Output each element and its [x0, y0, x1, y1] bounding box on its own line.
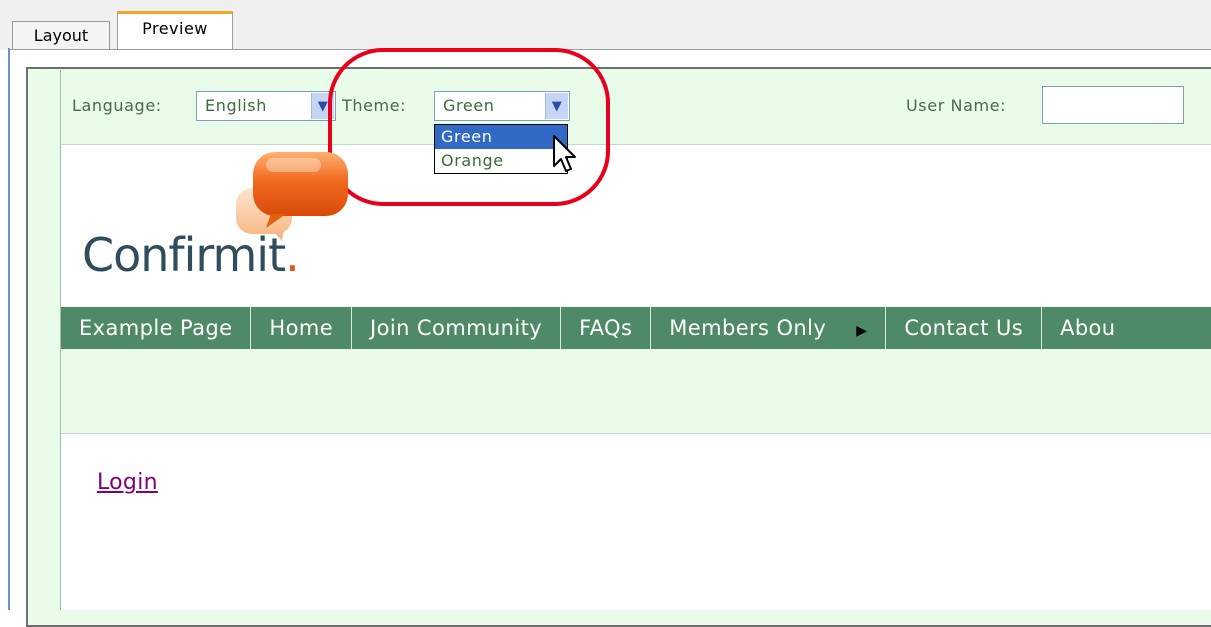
tab-strip: Layout Preview — [0, 0, 1211, 51]
nav-item-members-only[interactable]: Members Only ▶ — [651, 307, 887, 349]
tab-layout[interactable]: Layout — [12, 21, 110, 49]
logo-wordmark: Confirmit — [82, 228, 286, 282]
user-name-label: User Name: — [906, 96, 1007, 115]
language-select-value: English — [205, 96, 267, 115]
nav-item-faqs[interactable]: FAQs — [561, 307, 652, 349]
user-name-input[interactable] — [1042, 86, 1184, 124]
main-nav: Example Page Home Join Community FAQs Me… — [61, 307, 1211, 349]
language-select[interactable]: English ▼ — [196, 91, 336, 121]
tab-layout-label: Layout — [33, 26, 89, 45]
triangle-right-icon: ▶ — [856, 323, 868, 339]
nav-item-contact-us[interactable]: Contact Us — [886, 307, 1043, 349]
frame-left-border — [8, 48, 10, 610]
mouse-cursor-icon — [553, 135, 576, 172]
tab-preview-label: Preview — [142, 19, 208, 38]
nav-item-members-only-label: Members Only — [669, 316, 827, 340]
nav-item-join-community[interactable]: Join Community — [352, 307, 562, 349]
nav-item-home[interactable]: Home — [251, 307, 353, 349]
logo-dot: . — [285, 228, 300, 282]
sub-nav-band — [61, 349, 1211, 434]
confirmit-logo-text: Confirmit. — [82, 228, 300, 282]
language-label: Language: — [72, 96, 162, 115]
nav-item-example-page[interactable]: Example Page — [61, 307, 252, 349]
tab-preview[interactable]: Preview — [117, 11, 233, 51]
nav-item-about[interactable]: Abou — [1042, 307, 1133, 349]
highlight-annotation — [328, 48, 610, 206]
login-link[interactable]: Login — [97, 470, 158, 495]
